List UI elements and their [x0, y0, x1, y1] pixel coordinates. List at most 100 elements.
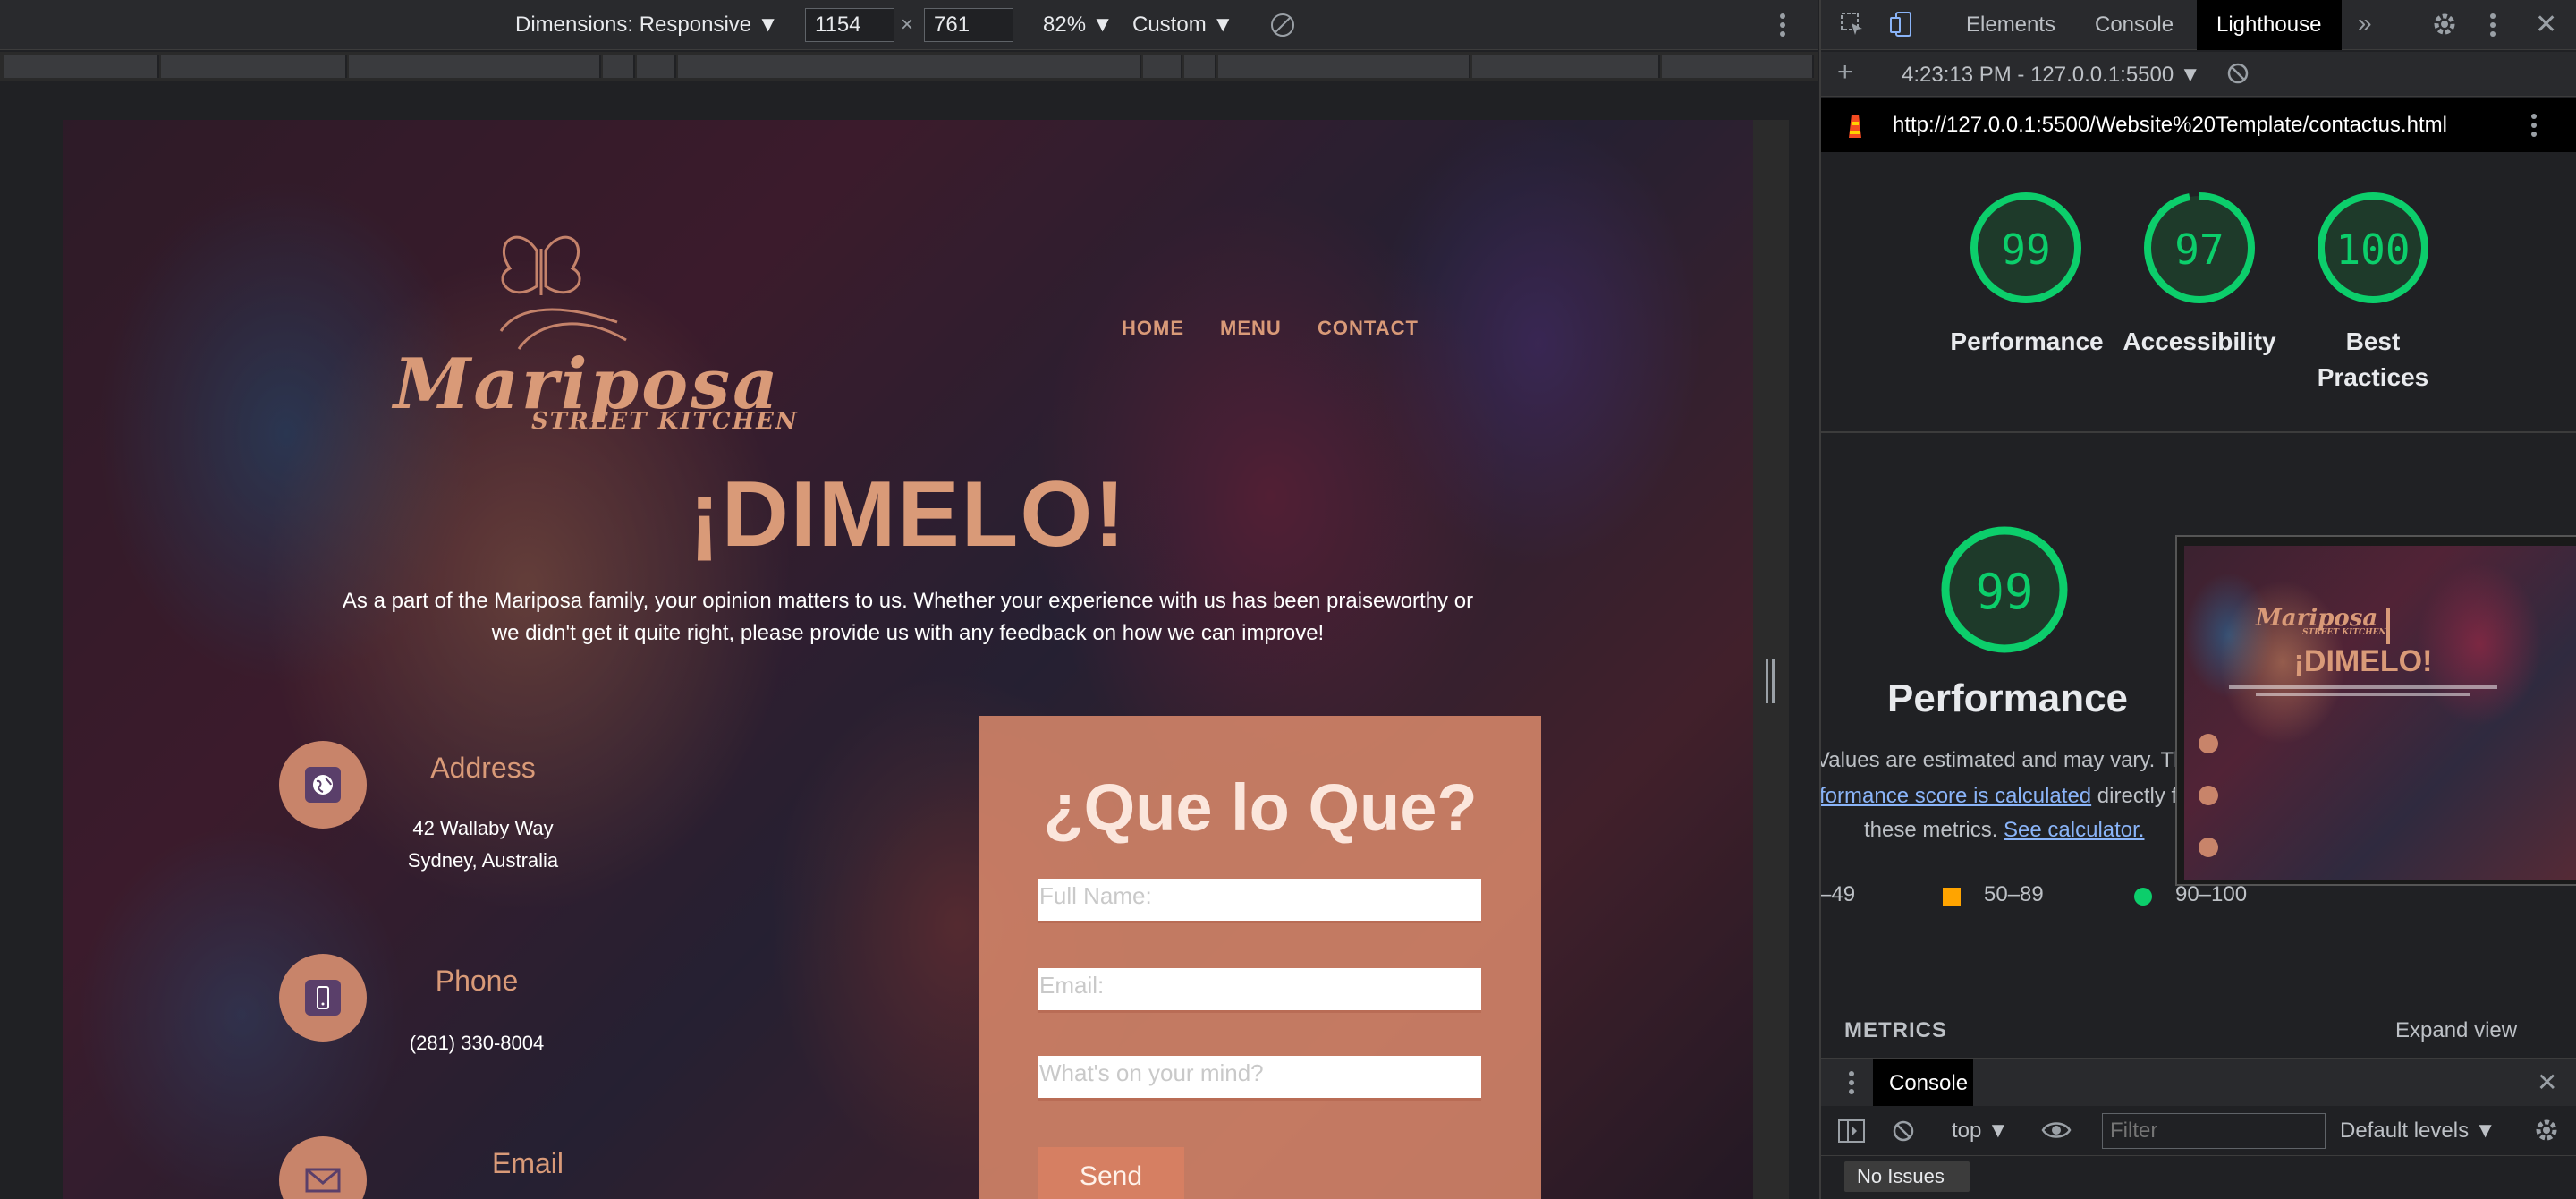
hero-description: As a part of the Mariposa family, your o… — [342, 589, 1474, 645]
nav-menu-link[interactable]: MENU — [1220, 317, 1282, 340]
best-practices-score: 100 — [2335, 225, 2411, 274]
clear-console-icon[interactable] — [1891, 1118, 1916, 1148]
legend-pass-swatch — [2134, 888, 2152, 906]
feedback-form: ¿Que lo Que? Full Name: Email: What's on… — [979, 716, 1541, 1199]
lighthouse-icon — [1844, 111, 1866, 144]
full-name-input[interactable]: Full Name: — [1038, 879, 1481, 923]
expand-view-link[interactable]: Expand view — [2395, 1018, 2517, 1043]
ruler-segment[interactable] — [161, 55, 347, 78]
accessibility-gauge[interactable]: 97 — [2141, 190, 2258, 306]
address-icon-circle — [279, 741, 367, 829]
estimate-note-2: directly f — [2091, 784, 2178, 808]
estimate-note-3: these metrics. — [1864, 818, 2004, 842]
address-line-1: 42 Wallaby Way — [412, 817, 554, 839]
rotate-icon[interactable] — [1268, 11, 1297, 44]
legend-average: 50–89 — [1984, 882, 2044, 906]
more-options-icon[interactable] — [1778, 11, 1787, 44]
console-drawer-tab[interactable]: Console — [1889, 1071, 1968, 1096]
console-filter-input[interactable] — [2102, 1113, 2326, 1149]
performance-label: Performance — [1950, 327, 2104, 355]
ruler-segment[interactable] — [4, 55, 159, 78]
logo-subtitle: STREET KITCHEN — [531, 408, 799, 435]
message-input[interactable]: What's on your mind? — [1038, 1056, 1481, 1101]
close-drawer-icon[interactable]: ✕ — [2537, 1067, 2557, 1097]
height-input[interactable] — [924, 8, 1013, 42]
ruler-segment[interactable] — [1184, 55, 1216, 78]
ruler-segment[interactable] — [1143, 55, 1182, 78]
performance-big-gauge: 99 — [1939, 524, 2070, 655]
ruler-segment[interactable] — [603, 55, 635, 78]
settings-icon[interactable] — [2431, 11, 2458, 42]
accessibility-score: 97 — [2174, 225, 2224, 274]
new-report-icon[interactable]: + — [1837, 57, 1853, 88]
butterfly-logo-icon — [483, 224, 635, 362]
log-levels-dropdown[interactable]: Default levels ▼ — [2340, 1118, 2496, 1144]
hero-title: ¡DIMELO! — [689, 463, 1127, 566]
ruler-segment[interactable] — [1218, 55, 1470, 78]
devtools-menu-icon[interactable] — [2488, 11, 2497, 44]
times-sign: × — [901, 13, 914, 37]
tab-console[interactable]: Console — [2095, 13, 2174, 38]
address-title: Address — [430, 752, 536, 784]
ruler-segment[interactable] — [637, 55, 676, 78]
page-screenshot-thumbnail[interactable]: Mariposa STREET KITCHEN ¡DIMELO! — [2175, 535, 2576, 886]
emulated-page: Mariposa STREET KITCHEN HOME MENU CONTAC… — [63, 120, 1753, 1199]
eye-icon[interactable] — [2041, 1118, 2072, 1146]
report-selector[interactable]: 4:23:13 PM - 127.0.0.1:5500 ▼ — [1902, 63, 2201, 88]
metrics-heading: METRICS — [1844, 1018, 1947, 1042]
thumbnail-text-line — [2229, 685, 2497, 689]
lighthouse-toolbar: + 4:23:13 PM - 127.0.0.1:5500 ▼ — [1821, 52, 2576, 97]
more-tabs-icon[interactable]: » — [2358, 9, 2372, 38]
legend-average-swatch — [1943, 888, 1961, 906]
legend-pass: 90–100 — [2175, 882, 2248, 906]
email-title: Email — [491, 1147, 564, 1179]
phone-title: Phone — [435, 965, 519, 997]
close-devtools-icon[interactable]: ✕ — [2535, 9, 2557, 40]
phone-number: (281) 330-8004 — [409, 1032, 545, 1054]
phone-icon — [305, 980, 341, 1016]
sidebar-toggle-icon[interactable] — [1837, 1118, 1866, 1148]
devtools-tabbar: Elements Console Lighthouse » ✕ — [1821, 0, 2576, 50]
ruler-segment[interactable] — [1472, 55, 1660, 78]
clear-reports-icon[interactable] — [2225, 61, 2250, 90]
thumbnail-text-line — [2256, 693, 2470, 696]
inspect-element-icon[interactable] — [1839, 11, 1866, 42]
phone-icon-circle — [279, 954, 367, 1042]
zoom-dropdown[interactable]: 82% ▼ — [1043, 13, 1113, 38]
performance-gauge[interactable]: 99 — [1968, 190, 2084, 306]
tab-elements[interactable]: Elements — [1966, 13, 2055, 38]
legend-fail: –49 — [1819, 882, 1856, 906]
best-practices-gauge[interactable]: 100 — [2315, 190, 2431, 306]
email-icon-circle — [279, 1136, 367, 1199]
email-input[interactable]: Email: — [1038, 968, 1481, 1013]
thumbnail-email-icon — [2199, 838, 2218, 857]
ruler-segment[interactable] — [1662, 55, 1814, 78]
nav-home-link[interactable]: HOME — [1122, 317, 1184, 340]
score-calculated-link[interactable]: formance score is calculated — [1821, 784, 2091, 808]
tab-lighthouse[interactable]: Lighthouse — [2216, 13, 2321, 38]
thumbnail-title: ¡DIMELO! — [2293, 644, 2433, 678]
report-menu-icon[interactable] — [2529, 111, 2538, 144]
context-selector[interactable]: top ▼ — [1952, 1118, 2009, 1144]
console-settings-icon[interactable] — [2533, 1117, 2560, 1148]
accessibility-label: Accessibility — [2123, 327, 2276, 355]
globe-icon — [305, 767, 341, 803]
device-toggle-icon[interactable] — [1889, 11, 1916, 42]
device-toolbar: Dimensions: Responsive ▼ × 82% ▼ Custom … — [0, 0, 1818, 50]
thumbnail-address-icon — [2199, 734, 2218, 753]
thumbnail-nav-mark — [2386, 608, 2390, 644]
mail-icon — [305, 1162, 341, 1198]
dimensions-dropdown[interactable]: Dimensions: Responsive ▼ — [515, 13, 779, 38]
issues-badge[interactable]: No Issues — [1844, 1161, 1970, 1192]
see-calculator-link[interactable]: See calculator. — [2004, 818, 2144, 842]
ruler-segment[interactable] — [678, 55, 1141, 78]
estimate-note-1: Values are estimated and may vary. Th — [1819, 748, 2186, 772]
report-url[interactable]: http://127.0.0.1:5500/Website%20Template… — [1893, 113, 2447, 138]
throttle-dropdown[interactable]: Custom ▼ — [1132, 13, 1233, 38]
resize-handle[interactable] — [1766, 659, 1775, 703]
drawer-menu-icon[interactable] — [1848, 1069, 1855, 1101]
width-input[interactable] — [805, 8, 894, 42]
send-button[interactable]: Send — [1038, 1147, 1184, 1199]
ruler-segment[interactable] — [349, 55, 601, 78]
nav-contact-link[interactable]: CONTACT — [1318, 317, 1419, 340]
